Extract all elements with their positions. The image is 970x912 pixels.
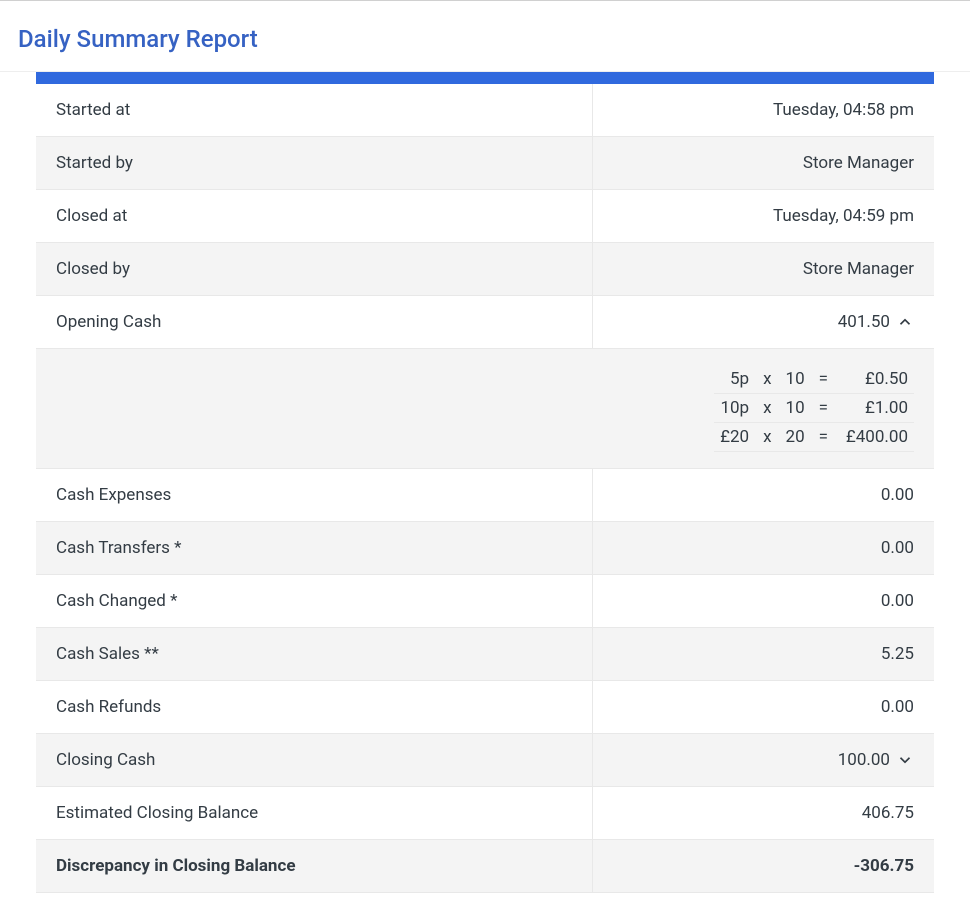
label-closing-cash: Closing Cash: [36, 734, 593, 787]
value-closing-cash-text: 100.00: [838, 750, 890, 770]
row-closed-at: Closed at Tuesday, 04:59 pm: [36, 190, 934, 243]
label-cash-changed: Cash Changed *: [36, 575, 593, 628]
row-estimated-closing-balance: Estimated Closing Balance 406.75: [36, 787, 934, 840]
breakdown-denom: £20: [714, 423, 755, 452]
breakdown-op-eq: =: [811, 423, 836, 452]
breakdown-amount: £400.00: [836, 423, 914, 452]
value-closed-at: Tuesday, 04:59 pm: [593, 190, 934, 243]
value-estimated-closing: 406.75: [593, 787, 934, 840]
row-cash-sales: Cash Sales ** 5.25: [36, 628, 934, 681]
breakdown-denom: 5p: [714, 365, 755, 394]
breakdown-op-x: x: [755, 394, 779, 423]
row-closing-cash[interactable]: Closing Cash 100.00: [36, 734, 934, 787]
value-closed-by: Store Manager: [593, 243, 934, 296]
value-cash-changed: 0.00: [593, 575, 934, 628]
report-body: Started at Tuesday, 04:58 pm Started by …: [0, 72, 970, 893]
row-discrepancy: Discrepancy in Closing Balance -306.75: [36, 840, 934, 893]
opening-cash-breakdown-table: 5p x 10 = £0.50 10p x 10 = £1.00: [714, 365, 914, 452]
value-opening-cash[interactable]: 401.50: [593, 296, 934, 349]
label-cash-expenses: Cash Expenses: [36, 469, 593, 522]
chevron-down-icon[interactable]: [896, 751, 914, 769]
label-closed-at: Closed at: [36, 190, 593, 243]
chevron-up-icon[interactable]: [896, 313, 914, 331]
label-started-by: Started by: [36, 137, 593, 190]
value-cash-transfers: 0.00: [593, 522, 934, 575]
label-cash-refunds: Cash Refunds: [36, 681, 593, 734]
breakdown-denom: 10p: [714, 394, 755, 423]
value-discrepancy: -306.75: [593, 840, 934, 893]
row-cash-changed: Cash Changed * 0.00: [36, 575, 934, 628]
row-closed-by: Closed by Store Manager: [36, 243, 934, 296]
summary-table: Started at Tuesday, 04:58 pm Started by …: [36, 84, 934, 893]
row-opening-cash-breakdown: 5p x 10 = £0.50 10p x 10 = £1.00: [36, 349, 934, 469]
row-cash-refunds: Cash Refunds 0.00: [36, 681, 934, 734]
label-opening-cash: Opening Cash: [36, 296, 593, 349]
label-cash-transfers: Cash Transfers *: [36, 522, 593, 575]
value-cash-expenses: 0.00: [593, 469, 934, 522]
value-closing-cash[interactable]: 100.00: [593, 734, 934, 787]
row-started-at: Started at Tuesday, 04:58 pm: [36, 84, 934, 137]
value-started-at: Tuesday, 04:58 pm: [593, 84, 934, 137]
row-cash-transfers: Cash Transfers * 0.00: [36, 522, 934, 575]
label-discrepancy: Discrepancy in Closing Balance: [36, 840, 593, 893]
breakdown-row: 10p x 10 = £1.00: [714, 394, 914, 423]
breakdown-qty: 10: [780, 394, 811, 423]
breakdown-op-x: x: [755, 365, 779, 394]
value-cash-refunds: 0.00: [593, 681, 934, 734]
breakdown-qty: 10: [780, 365, 811, 394]
breakdown-qty: 20: [780, 423, 811, 452]
breakdown-row: £20 x 20 = £400.00: [714, 423, 914, 452]
breakdown-amount: £0.50: [836, 365, 914, 394]
row-cash-expenses: Cash Expenses 0.00: [36, 469, 934, 522]
header-bar: [36, 72, 934, 84]
breakdown-amount: £1.00: [836, 394, 914, 423]
breakdown-op-x: x: [755, 423, 779, 452]
report-container: Daily Summary Report Started at Tuesday,…: [0, 0, 970, 893]
page-title: Daily Summary Report: [0, 1, 970, 72]
row-started-by: Started by Store Manager: [36, 137, 934, 190]
value-opening-cash-text: 401.50: [838, 312, 890, 332]
label-estimated-closing: Estimated Closing Balance: [36, 787, 593, 840]
value-cash-sales: 5.25: [593, 628, 934, 681]
label-started-at: Started at: [36, 84, 593, 137]
label-closed-by: Closed by: [36, 243, 593, 296]
label-cash-sales: Cash Sales **: [36, 628, 593, 681]
value-started-by: Store Manager: [593, 137, 934, 190]
row-opening-cash[interactable]: Opening Cash 401.50: [36, 296, 934, 349]
breakdown-op-eq: =: [811, 394, 836, 423]
breakdown-row: 5p x 10 = £0.50: [714, 365, 914, 394]
breakdown-op-eq: =: [811, 365, 836, 394]
